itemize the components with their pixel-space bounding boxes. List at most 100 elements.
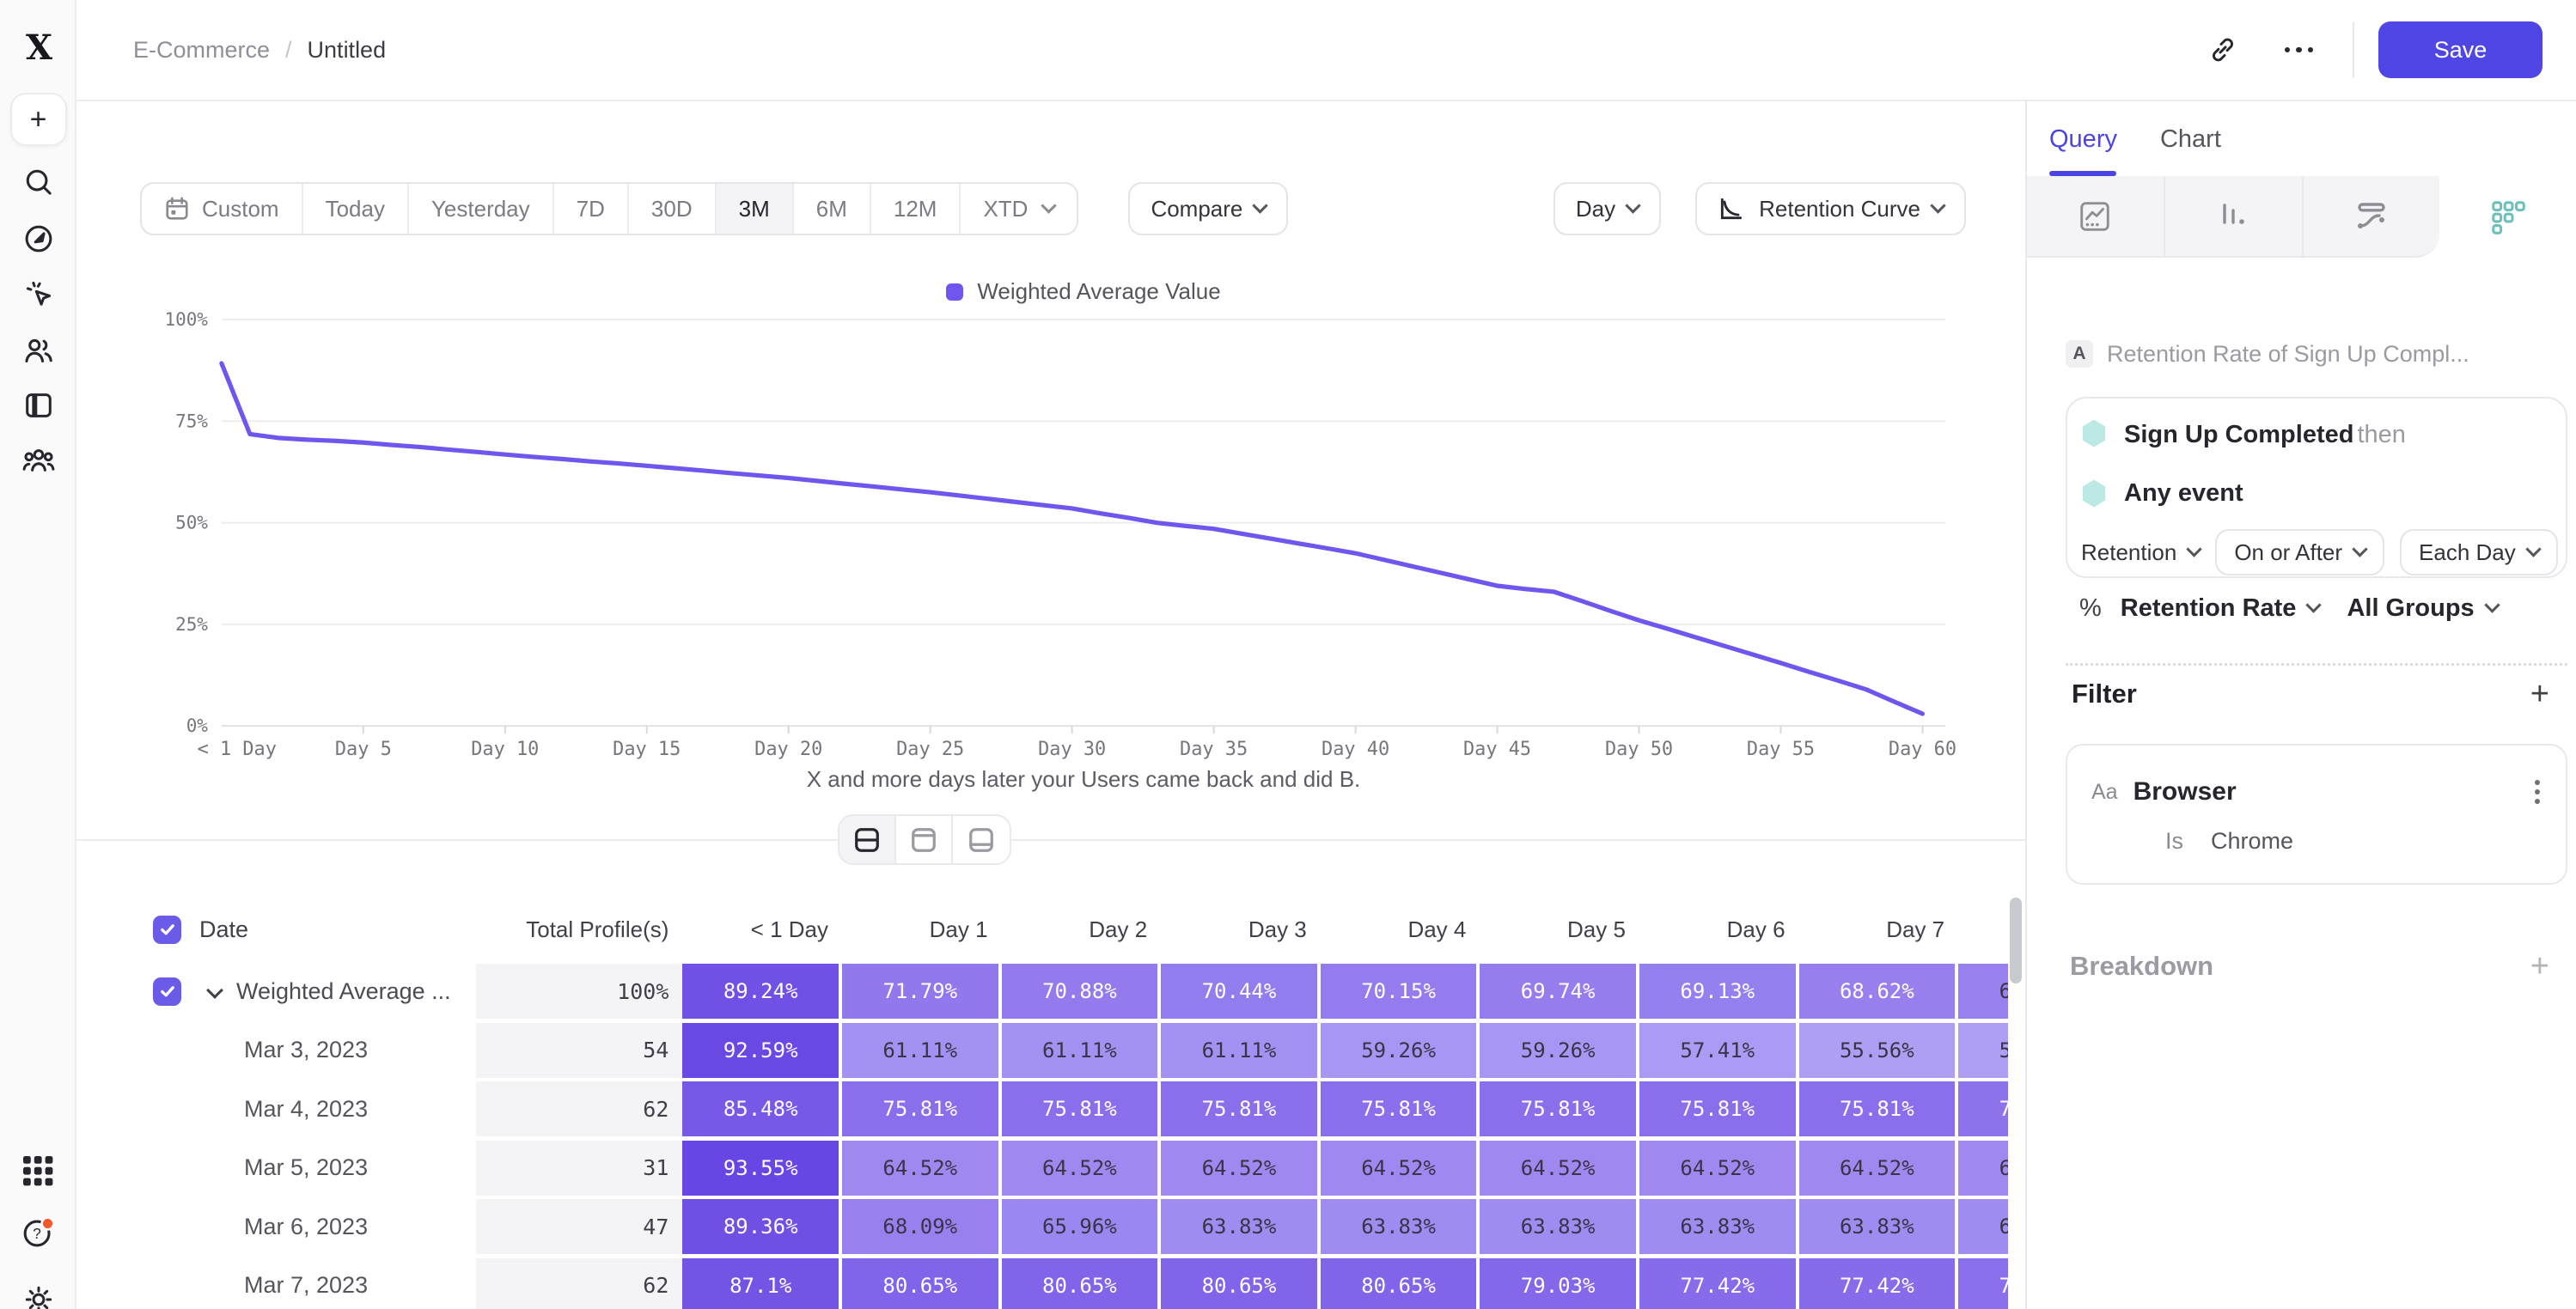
- retention-cell[interactable]: 87.1%: [682, 1258, 842, 1309]
- retention-curve-chart[interactable]: 0%25%50%75%100%< 1 DayDay 5Day 10Day 15D…: [218, 318, 1949, 782]
- retention-cell[interactable]: 55.56%: [1799, 1023, 1959, 1078]
- retention-cell[interactable]: 77.42%: [1639, 1258, 1799, 1309]
- range-30d[interactable]: 30D: [629, 184, 717, 234]
- create-new-button[interactable]: +: [0, 93, 76, 146]
- apps-grid-icon[interactable]: [0, 1156, 76, 1187]
- share-link-icon[interactable]: [2199, 26, 2247, 74]
- users-icon[interactable]: [0, 334, 76, 367]
- retention-mode-dropdown[interactable]: Retention: [2081, 539, 2200, 566]
- viz-tab-funnels[interactable]: [2165, 176, 2304, 258]
- retention-cell[interactable]: 61.11%: [1161, 1023, 1321, 1078]
- retention-cell[interactable]: 61.11%: [1002, 1023, 1162, 1078]
- retention-cell[interactable]: 63.83%: [1480, 1199, 1639, 1254]
- retention-cell[interactable]: 75.81%: [1799, 1081, 1959, 1136]
- retention-cell[interactable]: 64.52%: [1161, 1141, 1321, 1196]
- interval-dropdown[interactable]: Each Day: [2400, 529, 2558, 575]
- chart-type-dropdown[interactable]: Retention Curve: [1695, 182, 1966, 235]
- explore-icon[interactable]: [0, 222, 76, 255]
- filter-menu-icon[interactable]: [2530, 775, 2545, 809]
- query-title[interactable]: Retention Rate of Sign Up Compl...: [2107, 341, 2469, 368]
- condition-dropdown[interactable]: On or After: [2215, 529, 2384, 575]
- viz-tab-insights[interactable]: [2027, 176, 2165, 258]
- retention-cell[interactable]: 92.59%: [682, 1023, 842, 1078]
- add-breakdown-button[interactable]: +: [2530, 950, 2549, 983]
- filter-card[interactable]: Aa Browser Is Chrome: [2066, 744, 2567, 885]
- select-all-checkbox[interactable]: [153, 916, 181, 944]
- retention-cell[interactable]: 70.15%: [1321, 964, 1480, 1019]
- breadcrumb-report-title[interactable]: Untitled: [308, 37, 387, 64]
- retention-cell[interactable]: 89.24%: [682, 964, 842, 1019]
- groups-dropdown[interactable]: All Groups: [2347, 594, 2474, 623]
- retention-cell[interactable]: 75.81%: [1639, 1081, 1799, 1136]
- filter-value[interactable]: Chrome: [2211, 828, 2293, 855]
- viz-tab-flows[interactable]: [2304, 176, 2440, 258]
- retention-cell[interactable]: 80.65%: [1321, 1258, 1480, 1309]
- range-12m[interactable]: 12M: [871, 184, 961, 234]
- retention-cell[interactable]: 68.30%: [1958, 964, 2008, 1019]
- add-filter-button[interactable]: +: [2530, 678, 2549, 710]
- breadcrumb-project[interactable]: E-Commerce: [133, 37, 270, 64]
- retention-cell[interactable]: 57.41%: [1639, 1023, 1799, 1078]
- range-6m[interactable]: 6M: [794, 184, 871, 234]
- events-icon[interactable]: [0, 277, 76, 310]
- event-first[interactable]: Sign Up Completed: [2124, 421, 2353, 448]
- retention-cell[interactable]: 85.48%: [682, 1081, 842, 1136]
- retention-cell[interactable]: 80.65%: [1002, 1258, 1162, 1309]
- retention-cell[interactable]: 74.19%: [1958, 1081, 2008, 1136]
- retention-cell[interactable]: 80.65%: [842, 1258, 1002, 1309]
- vertical-scrollbar[interactable]: [2010, 898, 2022, 983]
- retention-cell[interactable]: 93.55%: [682, 1141, 842, 1196]
- retention-cell[interactable]: 63.83%: [1161, 1199, 1321, 1254]
- retention-cell[interactable]: 75.81%: [1958, 1258, 2008, 1309]
- granularity-dropdown[interactable]: Day: [1554, 182, 1661, 235]
- expand-chevron-icon[interactable]: [206, 982, 223, 999]
- retention-cell[interactable]: 75.81%: [842, 1081, 1002, 1136]
- retention-cell[interactable]: 64.52%: [842, 1141, 1002, 1196]
- retention-cell[interactable]: 59.26%: [1321, 1023, 1480, 1078]
- cohorts-icon[interactable]: [0, 444, 76, 477]
- retention-cell[interactable]: 59.26%: [1480, 1023, 1639, 1078]
- retention-cell[interactable]: 64.52%: [1321, 1141, 1480, 1196]
- retention-cell[interactable]: 55.56%: [1958, 1023, 2008, 1078]
- retention-cell[interactable]: 63.83%: [1321, 1199, 1480, 1254]
- retention-cell[interactable]: 89.36%: [682, 1199, 842, 1254]
- search-icon[interactable]: [0, 166, 76, 198]
- retention-cell[interactable]: 64.52%: [1002, 1141, 1162, 1196]
- retention-cell[interactable]: 70.44%: [1161, 964, 1321, 1019]
- retention-cell[interactable]: 64.52%: [1639, 1141, 1799, 1196]
- retention-cell[interactable]: 69.74%: [1480, 964, 1639, 1019]
- retention-cell[interactable]: 71.79%: [842, 964, 1002, 1019]
- retention-cell[interactable]: 64.52%: [1958, 1141, 2008, 1196]
- view-toggle-table-only-view[interactable]: [953, 816, 1010, 863]
- retention-cell[interactable]: 63.83%: [1639, 1199, 1799, 1254]
- retention-cell[interactable]: 64.52%: [1799, 1141, 1959, 1196]
- boards-icon[interactable]: [0, 389, 76, 422]
- filter-operator[interactable]: Is: [2165, 828, 2183, 855]
- filter-property[interactable]: Browser: [2133, 777, 2237, 807]
- retention-cell[interactable]: 75.81%: [1002, 1081, 1162, 1136]
- retention-cell[interactable]: 70.88%: [1002, 964, 1162, 1019]
- range-7d[interactable]: 7D: [554, 184, 629, 234]
- measure-dropdown[interactable]: Retention Rate: [2121, 594, 2297, 623]
- retention-cell[interactable]: 75.81%: [1480, 1081, 1639, 1136]
- more-options-icon[interactable]: [2285, 47, 2313, 52]
- retention-cell[interactable]: 75.81%: [1321, 1081, 1480, 1136]
- tab-chart[interactable]: Chart: [2160, 125, 2221, 161]
- view-toggle-split-view[interactable]: [839, 816, 896, 863]
- settings-icon[interactable]: [0, 1283, 76, 1309]
- viz-tab-retention[interactable]: [2439, 176, 2576, 258]
- tab-query[interactable]: Query: [2049, 125, 2117, 161]
- range-3m[interactable]: 3M: [717, 184, 794, 234]
- retention-cell[interactable]: 63.83%: [1958, 1199, 2008, 1254]
- retention-cell[interactable]: 61.11%: [842, 1023, 1002, 1078]
- retention-cell[interactable]: 65.96%: [1002, 1199, 1162, 1254]
- compare-button[interactable]: Compare: [1128, 182, 1288, 235]
- view-toggle-chart-only-view[interactable]: [896, 816, 953, 863]
- range-custom[interactable]: Custom: [142, 184, 303, 234]
- event-return[interactable]: Any event: [2124, 479, 2243, 508]
- help-icon[interactable]: ?: [0, 1215, 76, 1251]
- retention-cell[interactable]: 68.09%: [842, 1199, 1002, 1254]
- row-checkbox[interactable]: [153, 977, 181, 1006]
- retention-cell[interactable]: 69.13%: [1639, 964, 1799, 1019]
- retention-cell[interactable]: 64.52%: [1480, 1141, 1639, 1196]
